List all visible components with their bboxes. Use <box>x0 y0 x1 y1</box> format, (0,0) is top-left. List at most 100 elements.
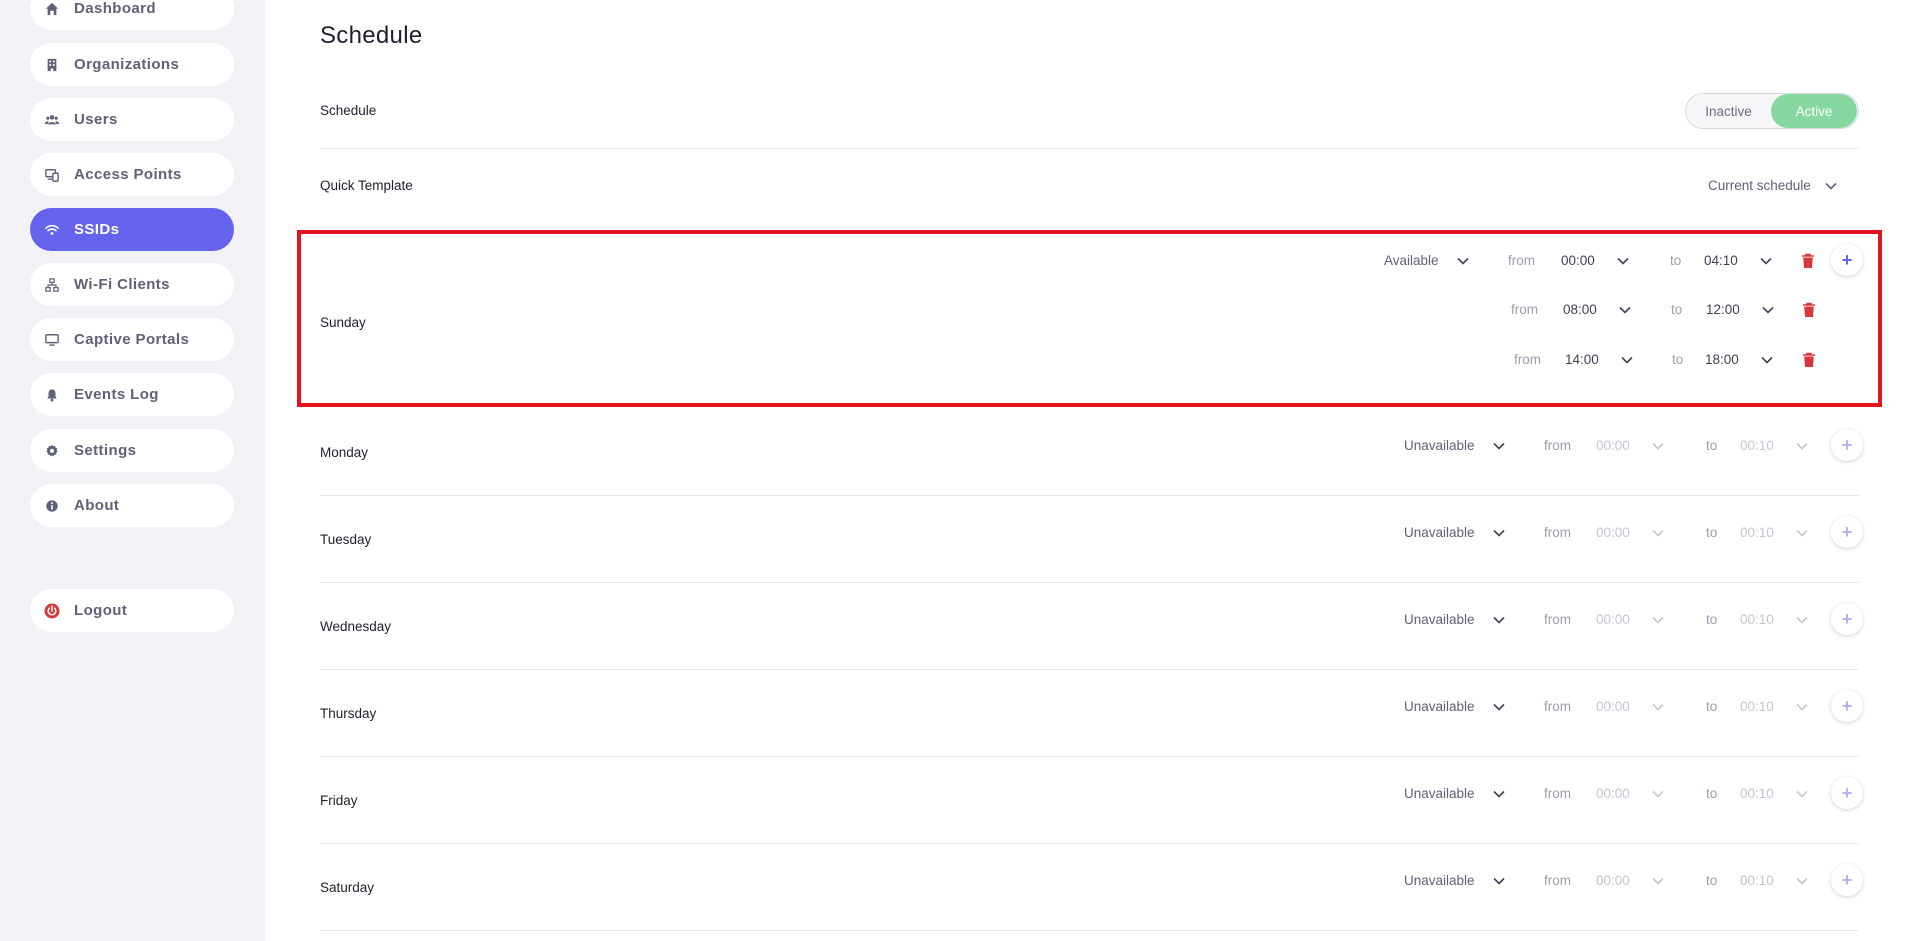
to-label: to <box>1706 612 1718 627</box>
to-time-value: 00:10 <box>1740 699 1774 714</box>
from-time-select[interactable]: 00:00 <box>1596 786 1664 801</box>
to-time-select[interactable]: 00:10 <box>1740 438 1808 453</box>
sidebar-item-wifi-clients[interactable]: Wi-Fi Clients <box>30 263 234 306</box>
gear-icon <box>44 443 60 459</box>
sidebar-item-dashboard[interactable]: Dashboard <box>30 0 234 30</box>
sidebar-item-label: Settings <box>74 442 137 459</box>
main-content: Schedule Schedule Inactive Active Quick … <box>265 0 1920 941</box>
trash-icon[interactable] <box>1801 253 1815 269</box>
chevron-down-icon <box>1796 442 1808 450</box>
to-time-select[interactable]: 00:10 <box>1740 786 1808 801</box>
to-label: to <box>1706 525 1718 540</box>
schedule-status-toggle[interactable]: Inactive Active <box>1685 93 1859 129</box>
toggle-active-option[interactable]: Active <box>1771 94 1857 128</box>
day-label-tuesday: Tuesday <box>320 532 372 547</box>
add-range-button-saturday[interactable]: + <box>1831 864 1863 896</box>
to-time-select[interactable]: 00:10 <box>1740 612 1808 627</box>
sidebar-item-label: Users <box>74 111 118 128</box>
sidebar-item-organizations[interactable]: Organizations <box>30 43 234 86</box>
add-range-button-friday[interactable]: + <box>1831 777 1863 809</box>
chevron-down-icon <box>1652 442 1664 450</box>
plus-icon: + <box>1841 695 1853 716</box>
from-label: from <box>1508 253 1535 268</box>
to-time-select[interactable]: 00:10 <box>1740 873 1808 888</box>
from-time-value: 00:00 <box>1596 699 1630 714</box>
chevron-down-icon <box>1652 703 1664 711</box>
divider <box>320 756 1859 757</box>
to-time-select[interactable]: 00:10 <box>1740 525 1808 540</box>
availability-select-friday[interactable]: Unavailable <box>1404 786 1505 801</box>
availability-select-monday[interactable]: Unavailable <box>1404 438 1505 453</box>
add-range-button-wednesday[interactable]: + <box>1831 603 1863 635</box>
chevron-down-icon <box>1617 257 1629 265</box>
trash-icon[interactable] <box>1802 352 1816 368</box>
add-range-button-thursday[interactable]: + <box>1831 690 1863 722</box>
from-time-select[interactable]: 00:00 <box>1596 438 1664 453</box>
from-time-select[interactable]: 00:00 <box>1596 699 1664 714</box>
availability-select-thursday[interactable]: Unavailable <box>1404 699 1505 714</box>
availability-select-sunday[interactable]: Available <box>1384 253 1469 268</box>
availability-select-wednesday[interactable]: Unavailable <box>1404 612 1505 627</box>
chevron-down-icon <box>1492 442 1505 450</box>
day-label-sunday: Sunday <box>320 315 366 330</box>
logout-button[interactable]: Logout <box>30 589 234 632</box>
to-time-select[interactable]: 00:10 <box>1740 699 1808 714</box>
add-range-button-monday[interactable]: + <box>1831 429 1863 461</box>
from-time-select[interactable]: 00:00 <box>1561 253 1629 268</box>
add-range-button-sunday[interactable]: + <box>1831 244 1863 276</box>
plus-icon: + <box>1841 869 1853 890</box>
quick-template-select[interactable]: Current schedule <box>1708 178 1837 193</box>
sidebar-item-label: SSIDs <box>74 221 120 238</box>
day-label-thursday: Thursday <box>320 706 377 721</box>
to-time-value: 00:10 <box>1740 873 1774 888</box>
day-label-monday: Monday <box>320 445 369 460</box>
from-time-value: 00:00 <box>1561 253 1595 268</box>
chevron-down-icon <box>1492 703 1505 711</box>
toggle-inactive-option[interactable]: Inactive <box>1686 94 1771 128</box>
chevron-down-icon <box>1492 529 1505 537</box>
to-time-select[interactable]: 18:00 <box>1705 352 1773 367</box>
availability-value: Unavailable <box>1404 525 1475 540</box>
from-label: from <box>1544 873 1571 888</box>
availability-select-tuesday[interactable]: Unavailable <box>1404 525 1505 540</box>
from-label: from <box>1544 525 1571 540</box>
day-label-friday: Friday <box>320 793 358 808</box>
to-label: to <box>1706 438 1718 453</box>
to-time-select[interactable]: 12:00 <box>1706 302 1774 317</box>
availability-value: Unavailable <box>1404 786 1475 801</box>
from-time-select[interactable]: 08:00 <box>1563 302 1631 317</box>
from-time-select[interactable]: 00:00 <box>1596 525 1664 540</box>
sidebar-item-settings[interactable]: Settings <box>30 429 234 472</box>
from-time-value: 08:00 <box>1563 302 1597 317</box>
sidebar-item-access-points[interactable]: Access Points <box>30 153 234 196</box>
chevron-down-icon <box>1796 790 1808 798</box>
sidebar-item-about[interactable]: About <box>30 484 234 527</box>
sidebar-item-label: Captive Portals <box>74 331 190 348</box>
from-time-select[interactable]: 14:00 <box>1565 352 1633 367</box>
chevron-down-icon <box>1492 877 1505 885</box>
to-time-value: 12:00 <box>1706 302 1740 317</box>
from-time-value: 00:00 <box>1596 438 1630 453</box>
from-time-select[interactable]: 00:00 <box>1596 873 1664 888</box>
logout-label: Logout <box>74 602 128 619</box>
add-range-button-tuesday[interactable]: + <box>1831 516 1863 548</box>
wifi-icon <box>44 222 60 238</box>
chevron-down-icon <box>1796 616 1808 624</box>
trash-icon[interactable] <box>1802 302 1816 318</box>
from-time-value: 00:00 <box>1596 612 1630 627</box>
chevron-down-icon <box>1796 703 1808 711</box>
divider <box>320 669 1859 670</box>
to-time-select[interactable]: 04:10 <box>1704 253 1772 268</box>
to-time-value: 04:10 <box>1704 253 1738 268</box>
from-time-select[interactable]: 00:00 <box>1596 612 1664 627</box>
from-label: from <box>1544 612 1571 627</box>
sidebar-item-users[interactable]: Users <box>30 98 234 141</box>
availability-select-saturday[interactable]: Unavailable <box>1404 873 1505 888</box>
page-title: Schedule <box>320 22 423 49</box>
sidebar-item-ssids[interactable]: SSIDs <box>30 208 234 251</box>
sidebar-item-events-log[interactable]: Events Log <box>30 373 234 416</box>
sidebar-item-captive-portals[interactable]: Captive Portals <box>30 318 234 361</box>
to-label: to <box>1670 253 1682 268</box>
building-icon <box>44 57 60 73</box>
quick-template-value: Current schedule <box>1708 178 1811 193</box>
